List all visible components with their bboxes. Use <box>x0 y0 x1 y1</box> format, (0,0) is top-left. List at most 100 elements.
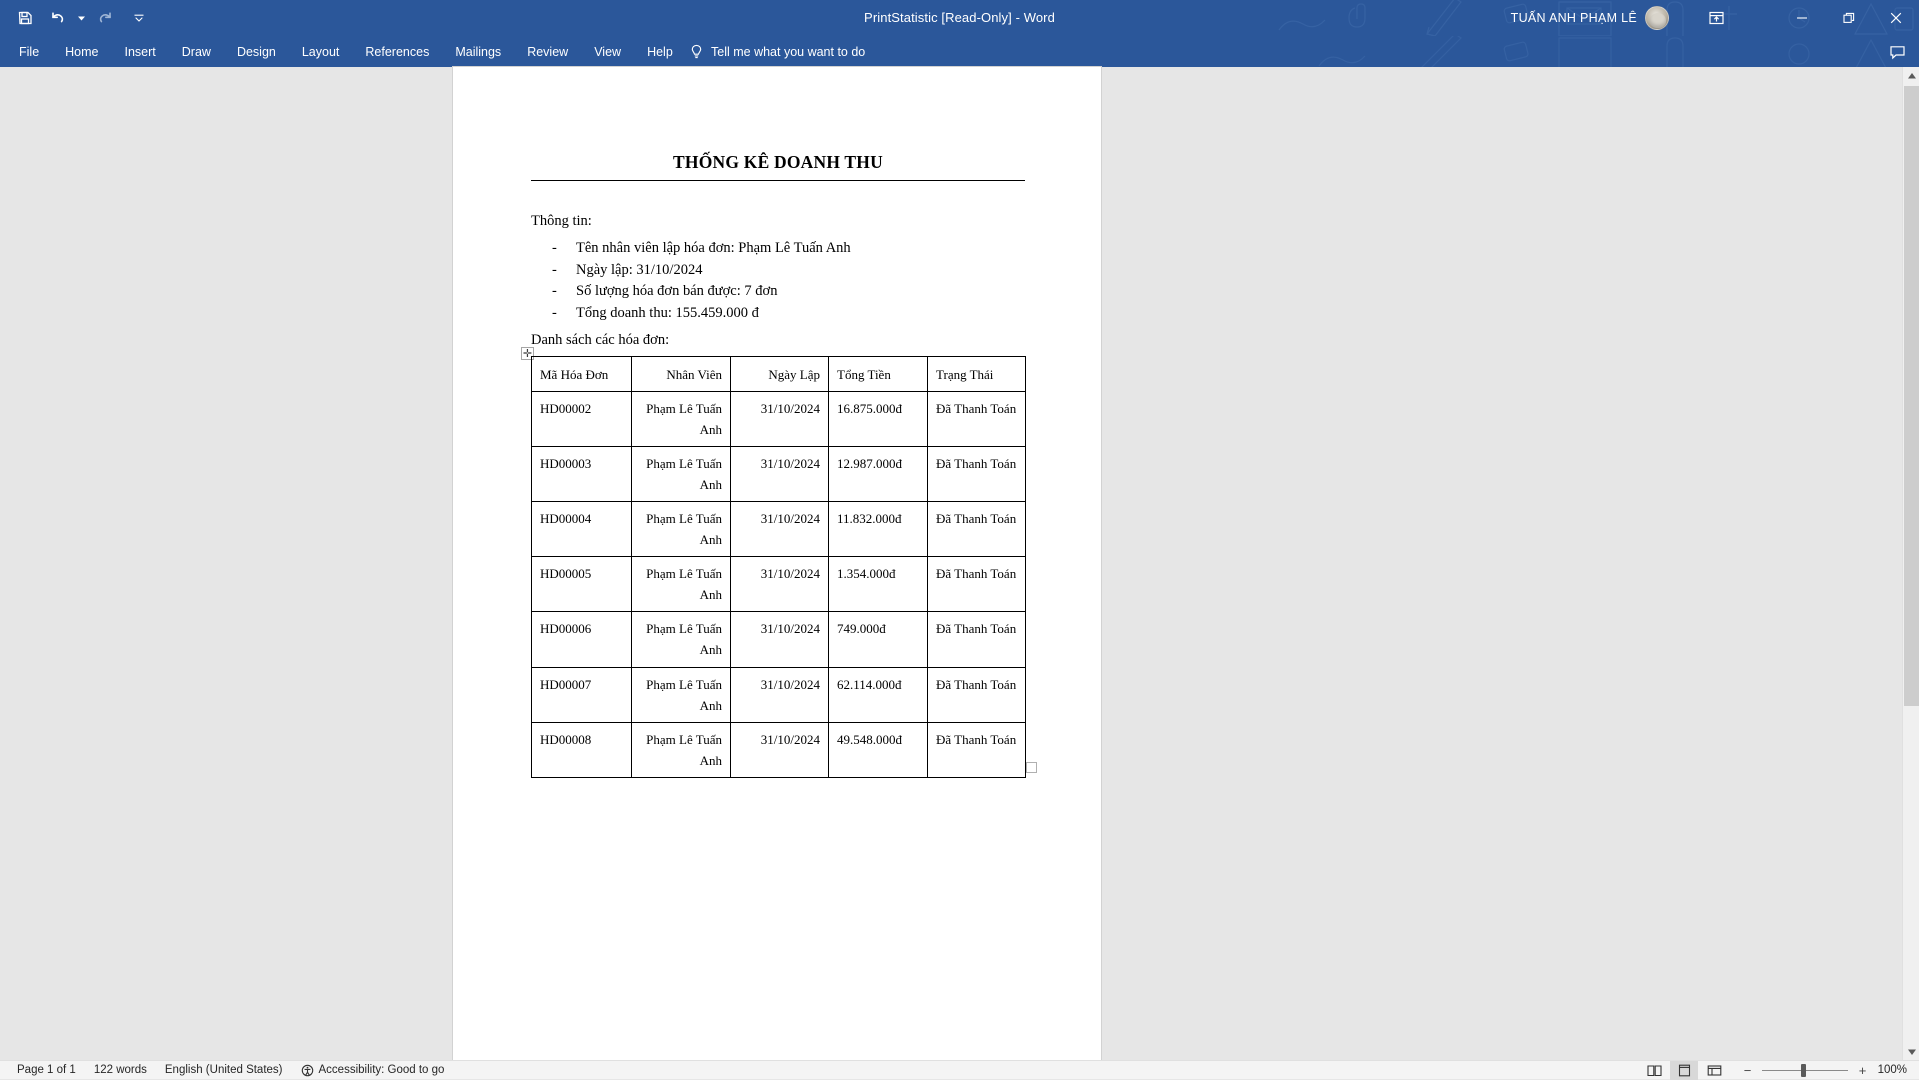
list-item: - Số lượng hóa đơn bán được: 7 đơn <box>552 283 1022 305</box>
tab-layout[interactable]: Layout <box>289 36 353 67</box>
cell-nhan-vien: Phạm Lê Tuấn Anh <box>632 722 731 777</box>
status-bar-right: − + 100% <box>1640 1061 1911 1080</box>
table-header-row: Mã Hóa Đơn Nhân Viên Ngày Lập Tổng Tiền … <box>532 357 1026 392</box>
avatar[interactable] <box>1645 6 1669 30</box>
table-row: HD00006 Phạm Lê Tuấn Anh 31/10/2024 749.… <box>532 612 1026 667</box>
tab-home[interactable]: Home <box>52 36 111 67</box>
stationery-decoration-lower <box>1259 36 1919 67</box>
print-layout-icon[interactable] <box>1670 1061 1698 1080</box>
document-page[interactable]: THỐNG KÊ DOANH THU Thông tin: - Tên nhân… <box>453 67 1101 1060</box>
scrollbar-thumb[interactable] <box>1904 86 1919 706</box>
accessibility-status[interactable]: Accessibility: Good to go <box>292 1061 454 1080</box>
cell-tong-tien: 12.987.000đ <box>829 447 928 502</box>
title-bar: PrintStatistic [Read-Only] - Word TUẤN A… <box>0 0 1919 36</box>
cell-ngay-lap: 31/10/2024 <box>731 447 829 502</box>
accessibility-icon <box>301 1064 314 1077</box>
tab-help[interactable]: Help <box>634 36 686 67</box>
tab-design[interactable]: Design <box>224 36 289 67</box>
table-row: HD00002 Phạm Lê Tuấn Anh 31/10/2024 16.8… <box>532 392 1026 447</box>
cell-ma-hoa-don: HD00004 <box>532 502 632 557</box>
tab-view[interactable]: View <box>581 36 634 67</box>
minimize-icon[interactable] <box>1778 0 1825 36</box>
cell-ngay-lap: 31/10/2024 <box>731 722 829 777</box>
read-mode-icon[interactable] <box>1640 1061 1668 1080</box>
tab-draw[interactable]: Draw <box>169 36 224 67</box>
column-header-ma-hoa-don: Mã Hóa Đơn <box>532 357 632 392</box>
tab-file[interactable]: File <box>6 36 52 67</box>
scroll-up-icon[interactable] <box>1903 67 1919 84</box>
zoom-slider-thumb[interactable] <box>1801 1064 1806 1077</box>
table-row: HD00004 Phạm Lê Tuấn Anh 31/10/2024 11.8… <box>532 502 1026 557</box>
ribbon-tabs: File Home Insert Draw Design Layout Refe… <box>6 36 686 67</box>
cell-ma-hoa-don: HD00002 <box>532 392 632 447</box>
bullet-marker: - <box>552 262 576 279</box>
cell-tong-tien: 11.832.000đ <box>829 502 928 557</box>
restore-icon[interactable] <box>1825 0 1872 36</box>
cell-trang-thai: Đã Thanh Toán <box>928 557 1026 612</box>
cell-nhan-vien: Phạm Lê Tuấn Anh <box>632 612 731 667</box>
info-bullet-list: - Tên nhân viên lập hóa đơn: Phạm Lê Tuấ… <box>552 240 1022 326</box>
tell-me-label: Tell me what you want to do <box>711 45 865 59</box>
quick-access-toolbar <box>10 0 146 36</box>
list-item-label: Tổng doanh thu: 155.459.000 đ <box>576 305 759 322</box>
lightbulb-icon <box>690 44 703 60</box>
column-header-trang-thai: Trạng Thái <box>928 357 1026 392</box>
tab-references[interactable]: References <box>352 36 442 67</box>
scroll-down-icon[interactable] <box>1903 1043 1919 1060</box>
list-item-label: Tên nhân viên lập hóa đơn: Phạm Lê Tuấn … <box>576 240 851 257</box>
cell-ma-hoa-don: HD00008 <box>532 722 632 777</box>
undo-icon[interactable] <box>42 3 72 33</box>
tell-me-search[interactable]: Tell me what you want to do <box>690 36 865 67</box>
tab-mailings[interactable]: Mailings <box>442 36 514 67</box>
word-count[interactable]: 122 words <box>85 1061 156 1080</box>
cell-tong-tien: 1.354.000đ <box>829 557 928 612</box>
list-item: - Ngày lập: 31/10/2024 <box>552 262 1022 284</box>
language-indicator[interactable]: English (United States) <box>156 1061 292 1080</box>
redo-icon[interactable] <box>90 3 120 33</box>
zoom-level-label[interactable]: 100% <box>1877 1064 1911 1076</box>
bullet-marker: - <box>552 240 576 257</box>
document-heading: THỐNG KÊ DOANH THU <box>531 152 1025 173</box>
cell-ma-hoa-don: HD00007 <box>532 667 632 722</box>
cell-ngay-lap: 31/10/2024 <box>731 557 829 612</box>
cell-ma-hoa-don: HD00006 <box>532 612 632 667</box>
comments-icon[interactable] <box>1883 38 1911 65</box>
tab-insert[interactable]: Insert <box>112 36 169 67</box>
zoom-out-button[interactable]: − <box>1740 1061 1755 1080</box>
status-bar: Page 1 of 1 122 words English (United St… <box>0 1060 1919 1079</box>
table-row: HD00005 Phạm Lê Tuấn Anh 31/10/2024 1.35… <box>532 557 1026 612</box>
table-row: HD00008 Phạm Lê Tuấn Anh 31/10/2024 49.5… <box>532 722 1026 777</box>
cell-trang-thai: Đã Thanh Toán <box>928 392 1026 447</box>
cell-nhan-vien: Phạm Lê Tuấn Anh <box>632 447 731 502</box>
account-area[interactable]: TUẤN ANH PHẠM LÊ <box>1511 0 1669 36</box>
customize-quick-access-toolbar-icon[interactable] <box>132 3 146 33</box>
save-icon[interactable] <box>10 3 40 33</box>
document-workspace: THỐNG KÊ DOANH THU Thông tin: - Tên nhân… <box>0 67 1919 1060</box>
zoom-in-button[interactable]: + <box>1855 1061 1870 1080</box>
vertical-scrollbar[interactable] <box>1902 67 1919 1060</box>
page-indicator[interactable]: Page 1 of 1 <box>8 1061 85 1080</box>
cell-tong-tien: 749.000đ <box>829 612 928 667</box>
list-item-label: Ngày lập: 31/10/2024 <box>576 262 702 279</box>
cell-trang-thai: Đã Thanh Toán <box>928 502 1026 557</box>
cell-trang-thai: Đã Thanh Toán <box>928 447 1026 502</box>
cell-ma-hoa-don: HD00005 <box>532 557 632 612</box>
close-icon[interactable] <box>1872 0 1919 36</box>
ribbon-display-options-icon[interactable] <box>1701 3 1731 33</box>
invoice-table: Mã Hóa Đơn Nhân Viên Ngày Lập Tổng Tiền … <box>531 356 1026 778</box>
heading-divider <box>531 180 1025 181</box>
column-header-ngay-lap: Ngày Lập <box>731 357 829 392</box>
cell-ngay-lap: 31/10/2024 <box>731 667 829 722</box>
zoom-control: − + 100% <box>1740 1061 1911 1080</box>
cell-trang-thai: Đã Thanh Toán <box>928 612 1026 667</box>
undo-dropdown-icon[interactable] <box>74 3 88 33</box>
zoom-slider[interactable] <box>1762 1061 1848 1080</box>
cell-trang-thai: Đã Thanh Toán <box>928 722 1026 777</box>
cell-ma-hoa-don: HD00003 <box>532 447 632 502</box>
table-resize-handle[interactable] <box>1026 762 1037 773</box>
cell-nhan-vien: Phạm Lê Tuấn Anh <box>632 557 731 612</box>
web-layout-icon[interactable] <box>1700 1061 1728 1080</box>
tab-review[interactable]: Review <box>514 36 581 67</box>
list-item-label: Số lượng hóa đơn bán được: 7 đơn <box>576 283 777 300</box>
cell-nhan-vien: Phạm Lê Tuấn Anh <box>632 392 731 447</box>
